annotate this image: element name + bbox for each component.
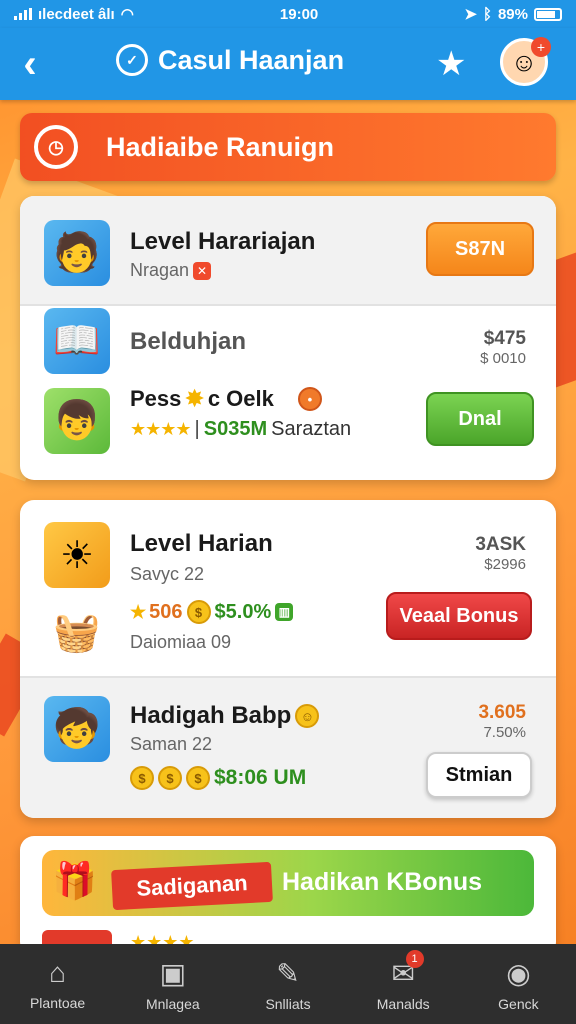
price-main: 3.605	[478, 702, 526, 723]
location-icon: ➤	[464, 6, 477, 23]
profile-avatar-button[interactable]: ☺ +	[500, 37, 551, 86]
item-title: Level Harariajan	[130, 228, 316, 255]
claim-button[interactable]: S87N	[426, 222, 534, 276]
clock-icon: ✓	[116, 44, 148, 76]
list-item[interactable]: 📖 Belduhjan $475 $ 0010	[20, 306, 556, 386]
reward-card: 🧑 Level Harariajan Nragan ✕ S87N 📖 Beldu…	[20, 196, 556, 480]
app-title: ✓ Casul Haanjan	[116, 44, 344, 76]
item-subtitle: Savyc 22	[130, 564, 205, 584]
nav-label: Mnlagea	[145, 995, 200, 1012]
nav-item-home[interactable]: ⌂ Plantoae	[0, 944, 115, 1024]
favorite-button[interactable]: ★	[436, 44, 466, 84]
user-icon: ◉	[506, 957, 531, 989]
chart-icon: ▣	[159, 957, 187, 989]
book-icon: 📖	[44, 308, 110, 374]
nav-item-tasks[interactable]: ✎ Snlliats	[230, 944, 345, 1024]
item-subtitle: Daiomiaa 09	[130, 632, 232, 652]
price-sub: $2996	[484, 556, 526, 573]
item-price: 3ASK $2996	[475, 534, 526, 573]
item-title-suffix: c Oelk	[207, 386, 274, 411]
green-value: S035M	[203, 418, 268, 440]
green-value: $5.0%	[214, 600, 272, 623]
status-time: 19:00	[279, 5, 319, 23]
bonus-title: Hadikan KBonus	[282, 868, 483, 896]
section-banner: ◷ Hadiaibe Ranuign	[20, 113, 556, 181]
item-price: $475 $ 0010	[480, 328, 526, 367]
item-title: Pess	[130, 386, 182, 411]
bonus-card: 🎁 Sadiganan Hadikan KBonus ★★★★	[20, 836, 556, 956]
reader-avatar-icon: 🧑	[44, 220, 110, 286]
coin-icon: $	[130, 766, 154, 790]
banner-title: Hadiaibe Ranuign	[106, 131, 335, 162]
nav-label: Snlliats	[265, 995, 311, 1012]
list-item[interactable]: 🧺 ★ 506 $ $5.0% ▥ Daiomiaa 09 Veaal Bonu…	[20, 592, 556, 676]
item-title: Level Harian	[130, 530, 273, 557]
star-icon: ★	[130, 601, 146, 622]
item-tail: Saraztan	[271, 418, 352, 440]
nav-label: Plantoae	[29, 995, 86, 1011]
child-avatar-icon: 👦	[44, 388, 110, 454]
basket-icon: 🧺	[53, 612, 101, 654]
item-subtitle: Nragan	[130, 260, 190, 280]
star-icon: ★	[436, 45, 467, 83]
bottom-nav: ⌂ Plantoae ▣ Mnlagea ✎ Snlliats ✉ 1 Mana…	[0, 944, 576, 1024]
list-item[interactable]: 🧑 Level Harariajan Nragan ✕ S87N	[20, 196, 556, 304]
value-orange: 506	[149, 600, 183, 623]
nav-item-profile[interactable]: ◉ Genck	[461, 944, 576, 1024]
clock-icon: ◷	[34, 125, 78, 169]
price-sub: $ 0010	[480, 350, 526, 367]
price-main: $475	[483, 328, 526, 349]
list-item[interactable]: 👦 Pess ✸ c Oelk • ★★★★ | S035M Saraztan …	[20, 386, 556, 476]
item-title: Belduhjan	[130, 328, 247, 355]
deal-button[interactable]: Dnal	[426, 392, 534, 446]
app-header: ‹ ✓ Casul Haanjan ★ ☺ +	[0, 28, 576, 100]
price-main: 3ASK	[475, 534, 526, 555]
nav-label: Manalds	[376, 995, 430, 1012]
coin-icon: $	[186, 766, 210, 790]
list-item[interactable]: ☀ Level Harian Savyc 22 3ASK $2996	[20, 520, 556, 596]
coin-icon: $	[186, 600, 211, 624]
item-price: 3.605 7.50%	[478, 702, 526, 741]
bluetooth-icon: ᛒ	[482, 5, 492, 23]
nav-label: Genck	[498, 995, 539, 1012]
battery-label: 89%	[497, 5, 528, 23]
nav-item-mail[interactable]: ✉ 1 Manalds	[346, 944, 461, 1024]
face-icon: •	[297, 387, 322, 411]
gift-badge-icon: ✕	[193, 261, 212, 280]
notification-badge: 1	[405, 950, 424, 968]
wifi-icon: ◠	[120, 6, 134, 23]
gift-box-icon: 🎁	[52, 860, 97, 901]
carrier-label: ılecdeet âlı	[38, 5, 115, 23]
edit-icon: ✎	[276, 957, 300, 989]
chart-badge-icon: ▥	[275, 603, 294, 621]
signal-icon	[14, 8, 32, 20]
plus-badge-icon: +	[531, 37, 551, 57]
bonus-banner[interactable]: 🎁 Sadiganan Hadikan KBonus	[42, 850, 534, 916]
battery-icon	[534, 7, 562, 21]
reward-card: ☀ Level Harian Savyc 22 3ASK $2996 🧺 ★ 5…	[20, 500, 556, 818]
list-item[interactable]: 🧒 Hadigah Babp ☺ Saman 22 $ $ $ $8:06 UM…	[20, 678, 556, 818]
app-title-text: Casul Haanjan	[158, 44, 345, 75]
reveal-bonus-button[interactable]: Veaal Bonus	[386, 592, 532, 640]
smile-coin-icon: ☺	[295, 704, 320, 728]
home-icon: ⌂	[49, 957, 67, 988]
item-title: Hadigah Babp	[130, 702, 292, 729]
nav-item-messages[interactable]: ▣ Mnlagea	[115, 944, 230, 1024]
price-sub: 7.50%	[483, 724, 526, 741]
separator: |	[194, 418, 200, 440]
green-value: $8:06 UM	[214, 766, 307, 789]
status-bar: ılecdeet âlı ◠ 19:00 ➤ ᛒ 89%	[0, 0, 576, 28]
child-avatar-icon: 🧒	[44, 696, 110, 762]
back-button[interactable]: ‹	[0, 28, 60, 100]
sparkle-icon: ✸	[185, 386, 204, 411]
chevron-left-icon: ‹	[23, 41, 37, 86]
sun-coin-icon: ☀	[44, 522, 110, 588]
claim-button[interactable]: Stmian	[426, 752, 532, 798]
item-subtitle: Saman 22	[130, 734, 213, 754]
rating-stars-icon: ★★★★	[130, 419, 192, 439]
coin-icon: $	[158, 766, 182, 790]
bonus-ribbon: Sadiganan	[111, 861, 273, 911]
